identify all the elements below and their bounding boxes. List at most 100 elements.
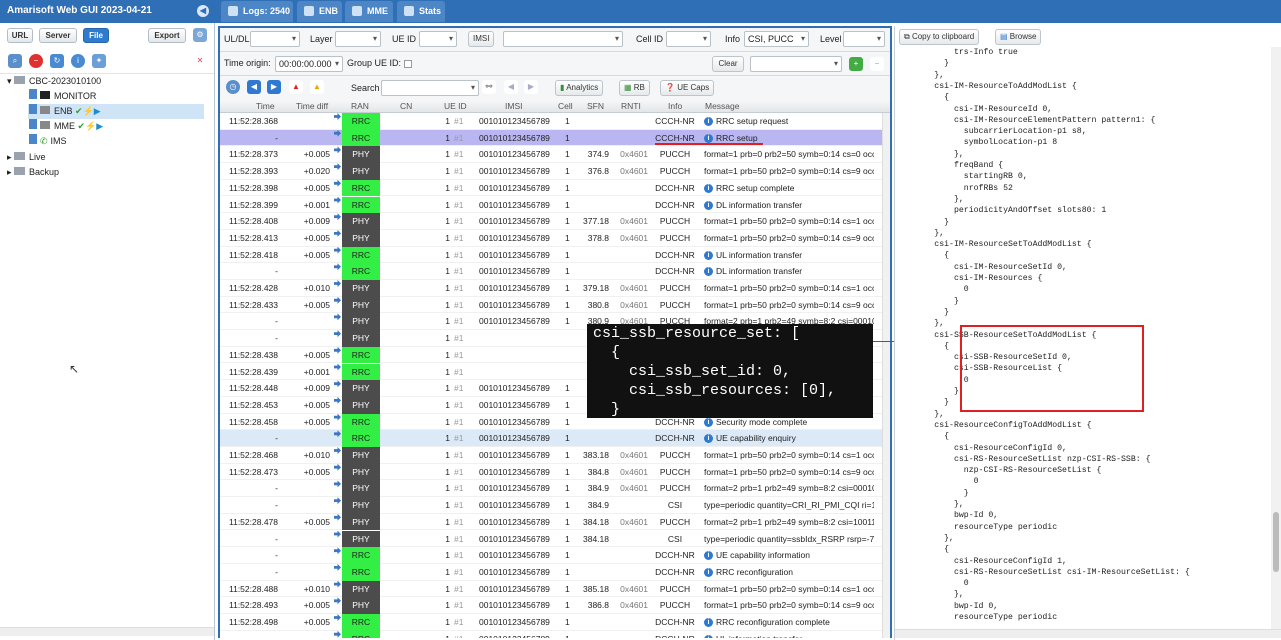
column-header[interactable]: Time [256,101,275,111]
layer-select[interactable] [335,31,381,47]
warning-icon[interactable]: ▲ [310,80,324,94]
table-row[interactable]: 11:52:28.498 +0.005 RRC 1 #1 001010123456789 1… [220,614,882,631]
settings-icon[interactable]: ⚙ [193,28,207,42]
imsi-cell: 001010123456789 [479,266,550,277]
table-row[interactable]: 11:52:28.473 +0.005 PHY 1 #1 001010123456789 1… [220,463,882,481]
search-icon[interactable]: ⌕ [8,54,22,68]
column-header[interactable]: SFN [587,101,604,111]
table-row[interactable]: - RRC 1 #1 001010123456789 1 DCCH-NR i RRC recon… [220,563,882,581]
table-row[interactable]: -RRC1#10010101234567891DCCH-NRiUL inform… [220,630,882,638]
ueid-select[interactable] [419,31,457,47]
table-row[interactable]: 11:52:28.408 +0.009 PHY 1 #1 001010123456789 1… [220,213,882,230]
search-input[interactable] [381,80,479,96]
table-row[interactable]: - RRC 1 #1 001010123456789 1 CCCH-NR i RRC setup [220,129,882,147]
column-header[interactable]: Info [668,101,682,111]
scroll-thumb[interactable] [1273,512,1279,572]
tree-item-enb[interactable]: ENB ✔⚡▶ [28,104,204,119]
next-icon[interactable]: ▶ [267,80,281,94]
table-row[interactable]: 11:52:28.393 +0.020 PHY 1 #1 001010123456789 1… [220,163,882,180]
column-header[interactable]: CN [400,101,412,111]
down-icon[interactable]: ▶ [524,80,538,94]
remove-icon[interactable]: − [870,57,884,71]
table-row[interactable]: - RRC 1 #1 001010123456789 1 DCCH-NR i UE capabi… [220,430,882,447]
tree-label: IMS [50,136,67,146]
filter-select[interactable] [750,56,842,72]
binoculars-icon[interactable]: ⚯ [482,80,496,94]
tree-item-monitor[interactable]: MONITOR [29,89,96,104]
table-row[interactable]: 11:52:28.433 +0.005 PHY 1 #1 001010123456789 1… [220,296,882,314]
tree-root[interactable]: ▾ CBC-2023010100 [7,74,101,89]
table-row[interactable]: 11:52:28.493 +0.005 PHY 1 #1 001010123456789 1… [220,597,882,614]
tab-label: ENB [319,6,339,16]
vertical-scrollbar[interactable] [882,113,890,638]
table-row[interactable]: 11:52:28.399 +0.001 RRC 1 #1 001010123456789 1… [220,196,882,214]
table-row[interactable]: 11:52:28.478 +0.005 PHY 1 #1 001010123456789 1… [220,513,882,531]
copy-button[interactable]: ⧉ Copy to clipboard [899,29,980,45]
time-origin-input[interactable]: 00:00:00.000 [275,56,343,72]
refresh-icon[interactable]: ↻ [50,54,64,68]
table-row[interactable]: 11:52:28.368 RRC 1 #1 001010123456789 1 CCCH-N… [220,113,882,130]
plugin-icon[interactable]: ✦ [92,54,106,68]
tree-item-live[interactable]: ▸ Live [7,150,46,165]
clock-icon[interactable]: ◷ [226,80,240,94]
column-header[interactable]: Message [705,101,740,111]
tree-item-mme[interactable]: MME ✔⚡▶ [29,119,103,134]
table-row[interactable]: 11:52:28.428 +0.010 PHY 1 #1 001010123456789 1… [220,280,882,297]
error-icon[interactable]: ▲ [289,80,303,94]
tab-mme[interactable]: MME [345,1,393,22]
table-row[interactable]: - PHY 1 #1 001010123456789 1 384.9 0x4601 PUCCH f… [220,480,882,498]
level-select[interactable] [843,31,885,47]
tab-logs[interactable]: Logs: 2540 [221,1,293,22]
column-header[interactable]: UE ID [444,101,467,111]
browse-button[interactable]: ▤ Browse [995,29,1042,45]
uldl-select[interactable] [250,31,300,47]
message-cell: DL information transfer [716,199,803,210]
tree-item-ims[interactable]: ✆ IMS [29,134,67,149]
vertical-scrollbar[interactable] [1271,47,1281,629]
horizontal-scrollbar[interactable] [895,629,1281,638]
server-button[interactable]: Server [39,28,77,43]
analytics-button[interactable]: ▮ Analytics [555,80,604,96]
uecaps-button[interactable]: ❓ UE Caps [660,80,715,96]
direction-arrow-icon [334,580,341,588]
table-row[interactable]: 11:52:28.418 +0.005 RRC 1 #1 001010123456789 1… [220,246,882,264]
imsi-select[interactable] [503,31,623,47]
column-header[interactable]: Cell [558,101,573,111]
close-icon[interactable]: ✕ [193,54,207,68]
prev-icon[interactable]: ◀ [247,80,261,94]
file-button[interactable]: File [83,28,109,43]
tab-stats[interactable]: Stats [397,1,445,22]
column-header[interactable]: Time diff [296,101,328,111]
table-row[interactable]: 11:52:28.413 +0.005 PHY 1 #1 001010123456789 1… [220,229,882,247]
table-row[interactable]: 11:52:28.398 +0.005 RRC 1 #1 001010123456789 1… [220,179,882,197]
table-row[interactable]: - RRC 1 #1 001010123456789 1 DCCH-NR i UE capabi… [220,547,882,564]
info-select[interactable]: CSI, PUCC [744,31,809,47]
time-cell: 11:52:28.478 [229,516,278,527]
cellid-select[interactable] [666,31,711,47]
table-row[interactable]: - RRC 1 #1 001010123456789 1 DCCH-NR i DL inform… [220,263,882,280]
url-button[interactable]: URL [7,28,33,43]
table-row[interactable]: - PHY 1 #1 001010123456789 1 384.9 CSI type=peri… [220,497,882,514]
add-icon[interactable]: + [849,57,863,71]
group-ueid-checkbox[interactable] [404,60,412,68]
imsi-button[interactable]: IMSI [468,31,495,47]
horizontal-scrollbar[interactable] [0,627,214,636]
stop-icon[interactable]: − [29,54,43,68]
export-button[interactable]: Export [148,28,186,43]
up-icon[interactable]: ◀ [504,80,518,94]
table-row[interactable]: 11:52:28.373 +0.005 PHY 1 #1 001010123456789 1… [220,146,882,164]
info-icon[interactable]: i [71,54,85,68]
column-header[interactable]: RNTI [621,101,641,111]
play-icon[interactable]: ▶ [96,121,103,131]
column-header[interactable]: IMSI [505,101,522,111]
table-row[interactable]: 11:52:28.468 +0.010 PHY 1 #1 001010123456789 1… [220,447,882,464]
clear-button[interactable]: Clear [712,56,744,72]
tree-item-backup[interactable]: ▸ Backup [7,165,59,180]
play-icon[interactable]: ▶ [94,106,101,116]
table-row[interactable]: - PHY 1 #1 001010123456789 1 384.18 CSI type=per… [220,530,882,548]
rb-button[interactable]: ▦ RB [619,80,650,96]
tab-enb[interactable]: ENB [297,1,342,22]
collapse-icon[interactable]: ◀ [197,5,209,17]
column-header[interactable]: RAN [351,101,369,111]
table-row[interactable]: 11:52:28.488 +0.010 PHY 1 #1 001010123456789 1… [220,580,882,598]
